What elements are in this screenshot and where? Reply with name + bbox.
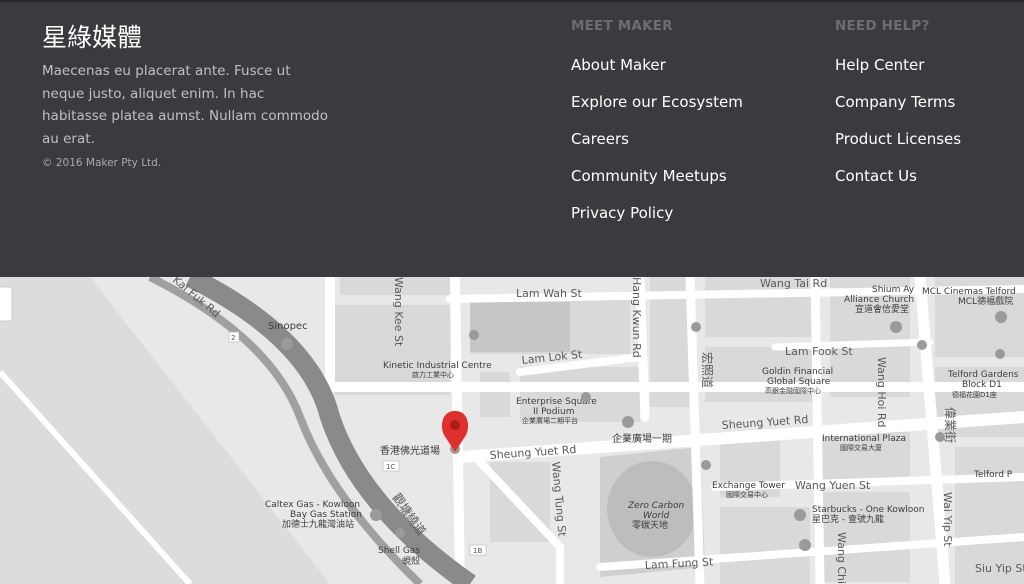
building-icon[interactable] — [469, 330, 479, 340]
column-heading: NEED HELP? — [835, 18, 930, 34]
place-label[interactable]: Telford Gardens — [947, 370, 1019, 380]
landmark-icon[interactable] — [622, 416, 634, 428]
place-label[interactable]: Kinetic Industrial Centre — [383, 361, 492, 371]
place-label: World — [643, 511, 670, 521]
place-label: Global Square — [767, 377, 831, 387]
place-label[interactable]: Caltex Gas - Kowloon — [265, 500, 360, 510]
building-icon[interactable] — [995, 349, 1005, 359]
route-label: 1C — [386, 463, 395, 471]
location-map[interactable]: Lam Wah St Lam Lok St Lam Fook St Sheung… — [0, 277, 1024, 584]
copyright-text: © 2016 Maker Pty Ltd. — [42, 157, 162, 169]
place-label: 企業廣場二期平台 — [522, 416, 578, 425]
place-label: 蜆殼 — [402, 555, 420, 567]
gas-station-icon[interactable] — [370, 509, 382, 521]
footer-column-meet-maker: MEET MAKER About Maker Explore our Ecosy… — [571, 18, 743, 240]
building-icon[interactable] — [691, 322, 701, 332]
road-label: Wai Yip St — [941, 492, 954, 547]
road-label: Hang Kwun Rd — [630, 277, 643, 358]
cinema-icon[interactable] — [995, 311, 1007, 323]
place-label: 啟力工業中心 — [412, 370, 454, 379]
restaurant-icon[interactable] — [799, 539, 811, 551]
footer-description: Maecenas eu placerat ante. Fusce ut nequ… — [42, 63, 328, 147]
place-label: Bay Gas Station — [290, 510, 362, 520]
place-label: 加德士九龍灣油站 — [282, 518, 354, 530]
place-label: 德福花園D1座 — [952, 390, 997, 399]
link-careers[interactable]: Careers — [571, 129, 743, 166]
building-icon[interactable] — [701, 460, 711, 470]
place-label: II Podium — [533, 407, 574, 417]
link-community-meetups[interactable]: Community Meetups — [571, 166, 743, 203]
place-label: 高銀金融國際中心 — [765, 386, 821, 395]
route-label: 1B — [473, 547, 482, 555]
church-icon[interactable] — [890, 321, 902, 333]
place-label: 國際交易中心 — [726, 490, 768, 499]
route-label: 2 — [231, 334, 235, 342]
place-label: 星巴克 - 壹號九龍 — [812, 513, 884, 525]
link-contact-us[interactable]: Contact Us — [835, 166, 961, 203]
footer-brand[interactable]: 星綠媒體 — [42, 18, 142, 54]
place-label[interactable]: 香港佛光道場 — [380, 444, 440, 457]
place-label: 企業廣場一期 — [612, 432, 672, 445]
place-label: MCL德福戲院 — [958, 295, 1013, 307]
road-label: Siu Yip St — [975, 562, 1024, 575]
coffee-icon[interactable] — [794, 509, 806, 521]
place-label[interactable]: Goldin Financial — [762, 367, 833, 377]
place-label[interactable]: Shium Ay — [872, 285, 915, 295]
road-label: Lam Fook St — [785, 345, 853, 358]
link-explore-ecosystem[interactable]: Explore our Ecosystem — [571, 92, 743, 129]
place-label[interactable]: Telford P — [973, 470, 1013, 480]
place-label: Block D1 — [962, 380, 1002, 390]
road-label: 宏照道 — [700, 352, 715, 388]
map-canvas[interactable]: Lam Wah St Lam Lok St Lam Fook St Sheung… — [0, 277, 1024, 584]
place-label: Alliance Church — [844, 295, 914, 305]
link-company-terms[interactable]: Company Terms — [835, 92, 961, 129]
road-label: Wang Chiu Rd — [835, 532, 848, 584]
site-footer: 星綠媒體 Maecenas eu placerat ante. Fusce ut… — [0, 0, 1024, 277]
road-label: Wang Kee St — [392, 277, 405, 347]
building-icon[interactable] — [581, 392, 591, 402]
place-label[interactable]: International Plaza — [822, 434, 906, 444]
link-about-maker[interactable]: About Maker — [571, 55, 743, 92]
place-label[interactable]: Zero Carbon — [627, 501, 684, 511]
building-icon[interactable] — [935, 432, 945, 442]
place-label[interactable]: Shell Gas — [378, 546, 420, 556]
place-label[interactable]: Starbucks - One Kowloon — [812, 505, 924, 515]
map-zoom-control[interactable] — [0, 286, 13, 322]
column-heading: MEET MAKER — [571, 18, 673, 34]
place-label: 零碳天地 — [632, 519, 668, 531]
place-label: 國際交易大廈 — [840, 443, 882, 452]
road-label: 偉業街 — [943, 407, 957, 443]
road-label: Wang Yuen St — [795, 479, 871, 492]
place-label[interactable]: MCL Cinemas Telford — [922, 287, 1016, 297]
place-label[interactable]: Sinopec — [268, 321, 308, 332]
link-help-center[interactable]: Help Center — [835, 55, 961, 92]
link-product-licenses[interactable]: Product Licenses — [835, 129, 961, 166]
place-label: 宣道會信愛堂 — [855, 303, 909, 315]
road-label: Lam Wah St — [516, 287, 582, 300]
road-label: Wang Hoi Rd — [875, 357, 888, 428]
road-label: Wang Tai Rd — [760, 277, 827, 290]
footer-column-need-help: NEED HELP? Help Center Company Terms Pro… — [835, 18, 961, 203]
link-list: Help Center Company Terms Product Licens… — [835, 55, 961, 203]
building-icon[interactable] — [917, 340, 927, 350]
link-list: About Maker Explore our Ecosystem Career… — [571, 55, 743, 240]
gas-station-icon[interactable] — [281, 338, 293, 350]
place-label[interactable]: Exchange Tower — [712, 481, 785, 491]
gas-station-icon[interactable] — [395, 528, 405, 538]
link-privacy-policy[interactable]: Privacy Policy — [571, 203, 743, 240]
